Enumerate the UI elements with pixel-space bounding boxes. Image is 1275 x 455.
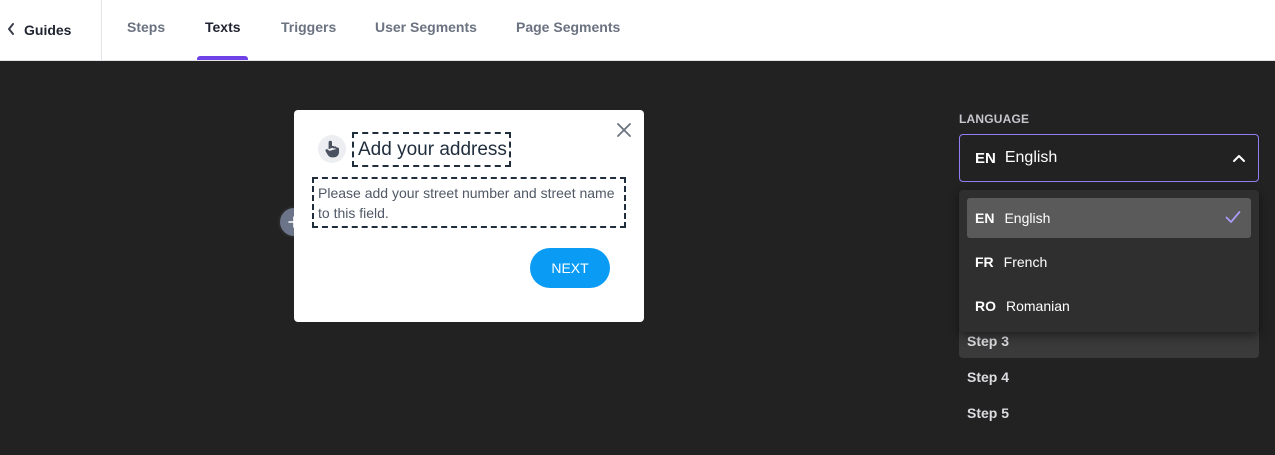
next-button[interactable]: NEXT: [530, 248, 610, 288]
step-item-4[interactable]: Step 4: [967, 369, 1009, 385]
selected-language-name: English: [1004, 149, 1058, 166]
chevron-left-icon: [7, 22, 15, 38]
hand-pointer-icon: [318, 135, 346, 163]
step-item-3[interactable]: Step 3: [967, 333, 1009, 349]
language-option-english[interactable]: EN English: [967, 198, 1251, 238]
language-option-french[interactable]: FR French: [967, 242, 1251, 282]
selected-language-code: EN: [975, 149, 996, 167]
tab-user-segments[interactable]: User Segments: [375, 0, 477, 60]
close-icon[interactable]: [614, 120, 634, 140]
checkmark-icon: [1225, 210, 1241, 229]
option-name: English: [1004, 210, 1051, 226]
option-name: French: [1003, 254, 1048, 270]
chevron-up-icon: [1232, 151, 1246, 170]
active-tab-indicator: [197, 56, 248, 60]
tab-page-segments[interactable]: Page Segments: [516, 0, 620, 60]
top-nav-bar: Guides Steps Texts Triggers User Segment…: [0, 0, 1275, 61]
tooltip-title-editable[interactable]: Add your address: [352, 132, 511, 167]
option-code: FR: [975, 254, 994, 270]
back-to-guides-button[interactable]: Guides: [0, 0, 102, 60]
tab-texts[interactable]: Texts: [205, 0, 241, 60]
tab-triggers[interactable]: Triggers: [281, 0, 336, 60]
step-item-5[interactable]: Step 5: [967, 405, 1009, 421]
language-select[interactable]: EN English: [959, 134, 1259, 182]
language-label: LANGUAGE: [959, 112, 1030, 126]
language-option-romanian[interactable]: RO Romanian: [967, 286, 1251, 326]
tooltip-body-editable[interactable]: Please add your street number and street…: [312, 177, 626, 228]
option-code: EN: [975, 210, 995, 226]
option-name: Romanian: [1006, 298, 1070, 314]
option-code: RO: [975, 298, 996, 314]
tab-steps[interactable]: Steps: [127, 0, 165, 60]
language-dropdown-menu: EN English FR French RO Romanian: [959, 190, 1259, 332]
back-label: Guides: [24, 22, 72, 38]
guide-tooltip-card: Add your address Please add your street …: [294, 110, 644, 322]
